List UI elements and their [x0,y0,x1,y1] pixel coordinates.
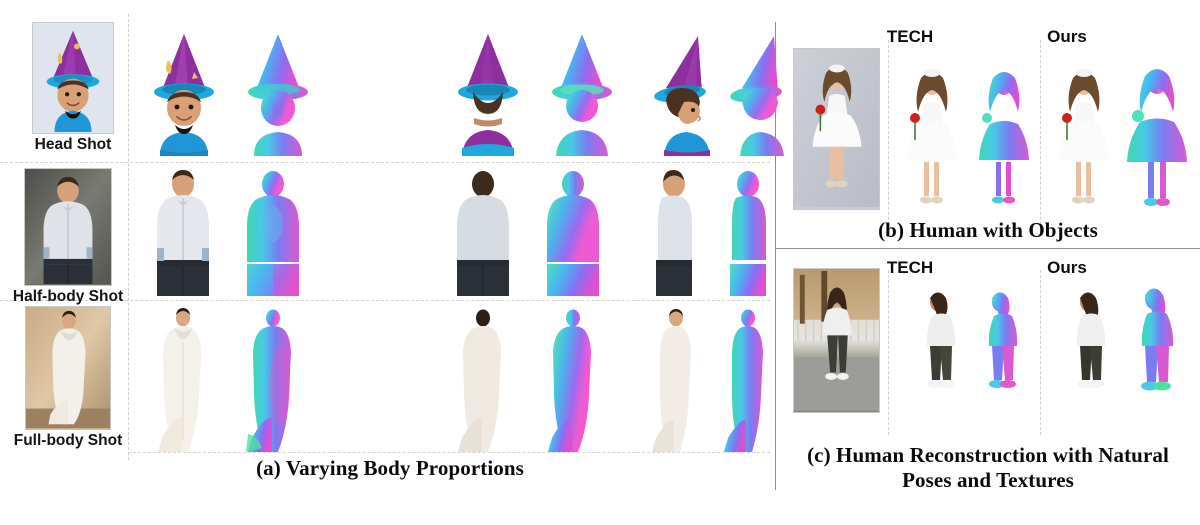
head-front-normal [232,28,324,156]
divider-row1-dashed-a [0,162,770,163]
halfbody-side-normal [708,168,784,296]
input-photo-full-body-shot [25,306,111,430]
caption-panel-c: (c) Human Reconstruction with Natural Po… [807,443,1169,492]
panel-b-tech-normal [968,58,1040,216]
halfbody-side-rgb [634,168,710,296]
panel-b-label-ours: Ours [1047,27,1087,46]
row-label-full-body-shot: Full-body Shot [13,432,123,449]
input-photo-panel-b [793,48,880,210]
divider-row3-dashed-a [128,452,770,453]
halfbody-front-rgb [140,168,226,296]
halfbody-back-rgb [440,168,526,296]
head-back-normal [536,28,628,156]
panel-c-ours-rgb [1058,282,1116,422]
head-side-normal [718,28,798,156]
row-label-half-body-shot: Half-body Shot [12,288,124,305]
panel-b-label-tech: TECH [886,27,934,46]
halfbody-front-normal [230,168,316,296]
fullbody-back-rgb [440,306,526,452]
head-front-rgb [138,28,230,156]
fullbody-side-rgb [636,306,712,452]
fullbody-front-rgb [140,306,226,452]
halfbody-back-normal [530,168,616,296]
input-photo-panel-c [793,268,880,413]
divider-input-dashed-a [128,14,129,460]
panel-c-tech-rgb [908,282,966,422]
panel-b-tech-rgb [896,58,968,216]
caption-panel-b: (b) Human with Objects [878,218,1098,242]
fullbody-side-normal [708,306,784,452]
panel-b-ours-normal [1118,52,1196,216]
input-photo-head-shot [32,22,114,134]
fullbody-back-normal [530,306,616,452]
fullbody-front-normal [230,306,316,452]
panel-b-ours-rgb [1048,58,1120,216]
panel-c-ours-normal [1122,278,1184,424]
caption-panel-a: (a) Varying Body Proportions [256,456,524,480]
divider-methods-dashed-b [1040,40,1041,230]
divider-input-dashed-c [888,270,889,435]
head-side-rgb [640,28,722,156]
input-photo-half-body-shot [24,168,112,286]
figure-root: Head Shot Half-body Shot Full-body Shot … [0,0,1200,525]
panel-c-tech-normal [970,282,1028,422]
divider-input-dashed-b [888,40,889,230]
divider-bc-horizontal [775,248,1200,250]
head-back-rgb [442,28,534,156]
divider-methods-dashed-c [1040,270,1041,435]
row-label-head-shot: Head Shot [34,136,112,153]
panel-c-label-ours: Ours [1047,258,1087,277]
